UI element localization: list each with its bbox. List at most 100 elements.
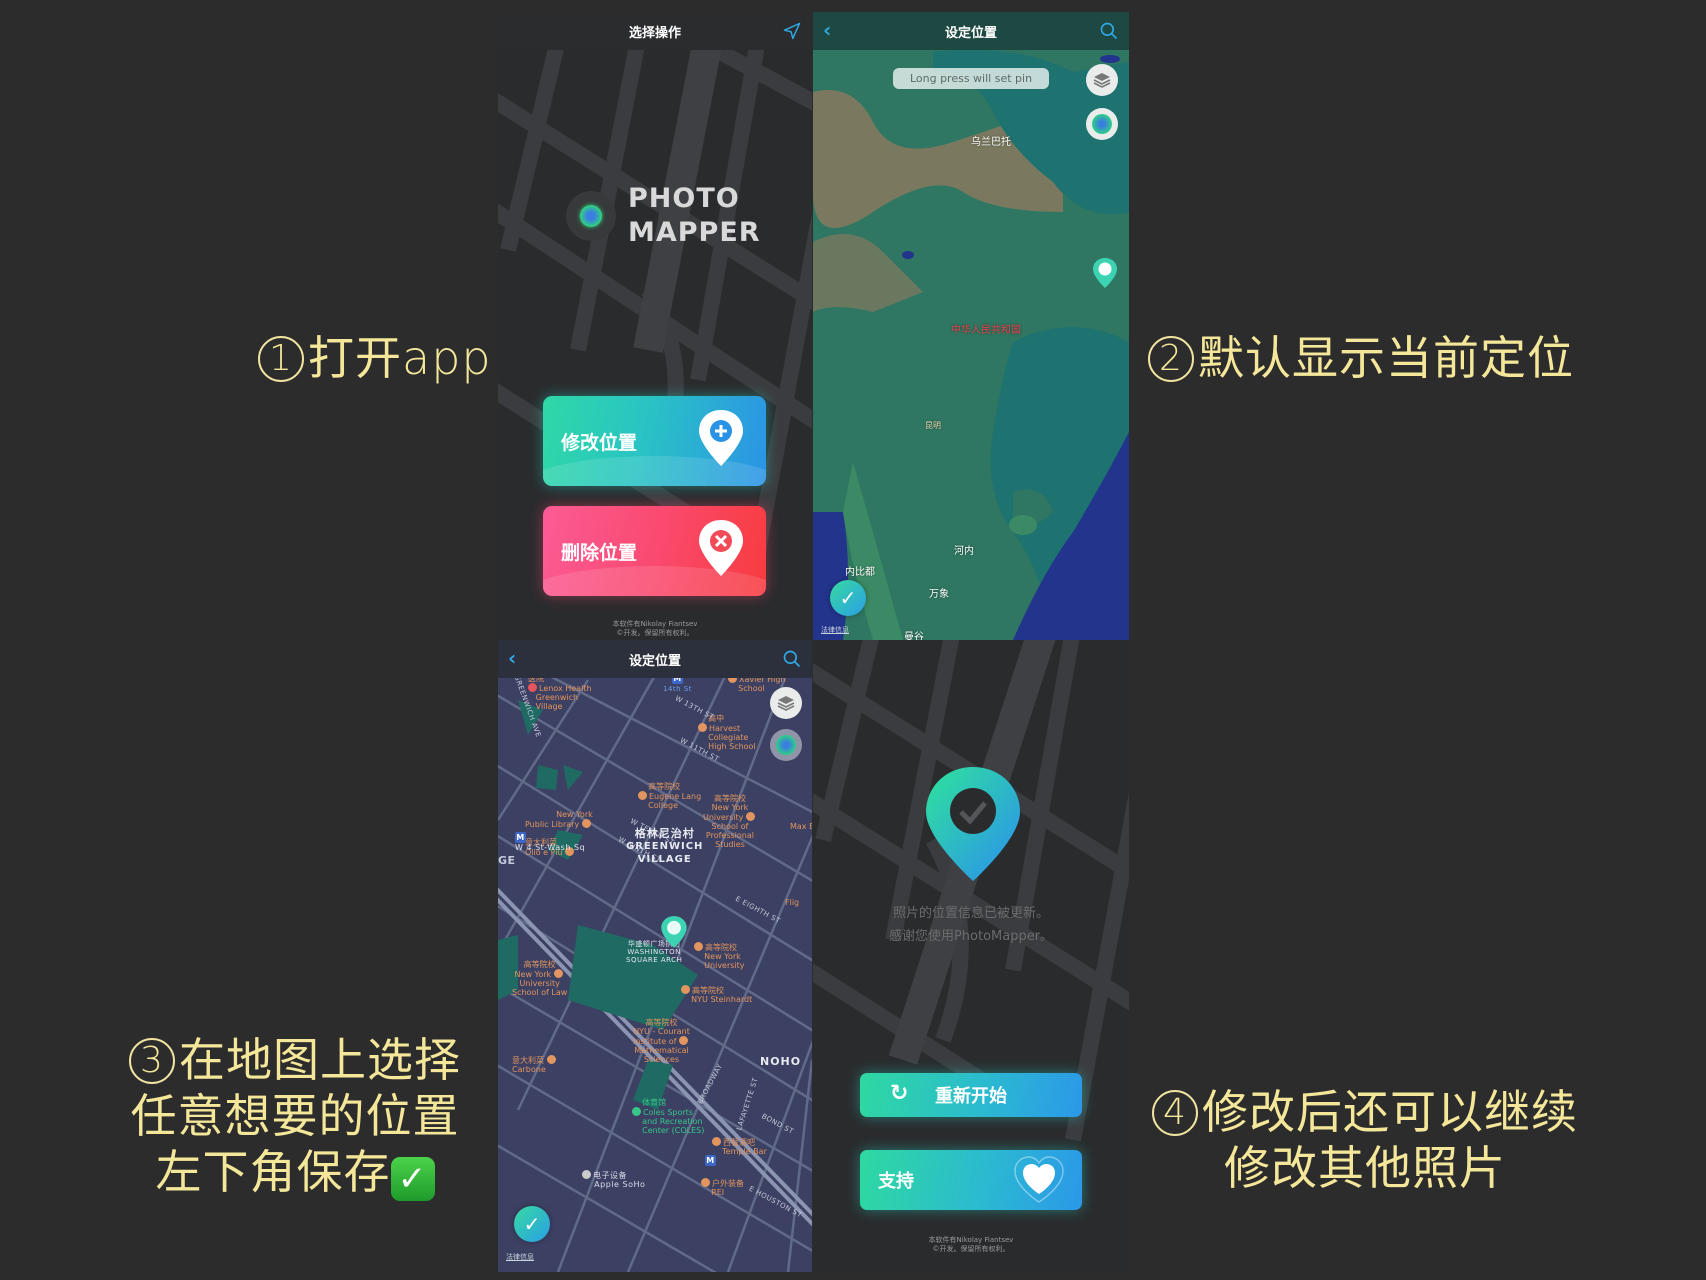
poi-eugene-lang[interactable]: 高等院校 Eugene Lang College — [638, 782, 701, 810]
poi-nyu[interactable]: 高等院校 New York University — [694, 942, 745, 970]
map-layers-button[interactable] — [770, 687, 802, 719]
poi-rei[interactable]: 户外装备 REI — [701, 1178, 744, 1197]
nav-title: 设定位置 — [628, 653, 681, 669]
copyright: 本软件有Nikolay Fiantsev ©开发。保留所有权利。 — [498, 620, 812, 638]
poi-flig[interactable]: Flig — [785, 898, 799, 907]
modify-location-button[interactable]: 修改位置 — [543, 396, 766, 486]
screen-choose-action: 选择操作 PHOTO MAPPER 修改位置 删除位置 本软件有Nikolay … — [498, 12, 812, 640]
support-label: 支持 — [878, 1171, 914, 1192]
delete-location-label: 删除位置 — [561, 541, 638, 564]
current-position-pin-icon[interactable] — [1092, 257, 1118, 289]
step2-number: 2 — [1148, 336, 1194, 382]
nav-bar: 选择操作 — [498, 12, 812, 50]
step4-number: 4 — [1152, 1090, 1198, 1136]
label-ge: GE — [498, 854, 516, 867]
refresh-icon: ↻ — [890, 1081, 909, 1106]
poi-harvest[interactable]: 高中 Harvest Collegiate High School — [698, 714, 756, 751]
step3-caption: 3 在地图上选择 任意想要的位置 左下角保存 ✓ — [110, 1032, 480, 1201]
save-location-button[interactable]: ✓ — [830, 580, 866, 616]
location-dot-icon — [776, 735, 796, 755]
station-w4-wash-sq[interactable]: MW 4 St-Wash Sq — [515, 832, 585, 852]
current-location-button[interactable] — [1086, 108, 1118, 140]
logo-line1: PHOTO — [628, 183, 740, 214]
success-pin-icon — [926, 767, 1020, 881]
save-location-button[interactable]: ✓ — [514, 1206, 550, 1242]
label-bangkok: 曼谷 — [904, 632, 924, 640]
step4-line2: 修改其他照片 — [1224, 1141, 1506, 1195]
copyright-line1: 本软件有Nikolay Fiantsev — [612, 620, 698, 628]
location-dot-icon — [1092, 114, 1112, 134]
poi-max-brenner[interactable]: Max Br — [790, 822, 812, 831]
nav-title: 选择操作 — [628, 25, 681, 41]
support-button[interactable]: 支持 — [860, 1150, 1082, 1210]
step1-number: 1 — [258, 336, 304, 382]
map-layers-button[interactable] — [1086, 64, 1118, 96]
location-dot-icon — [566, 191, 616, 241]
poi-coles[interactable]: 体育馆 Coles Sports and Recreation Center (C… — [632, 1098, 704, 1135]
delete-location-button[interactable]: 删除位置 — [543, 506, 766, 596]
label-kunming: 昆明 — [925, 421, 941, 430]
restart-label: 重新开始 — [935, 1086, 1007, 1107]
label-hanoi: 河内 — [954, 546, 974, 557]
step1-text: 打开app — [308, 331, 492, 385]
poi-apple-soho[interactable]: 电子设备 Apple SoHo — [582, 1170, 645, 1189]
selected-location-pin-icon[interactable] — [660, 915, 688, 949]
layers-icon — [1093, 73, 1111, 88]
screen-set-location-selected: ‹ 设定位置 医院 Lenox Health Greenwich Village … — [498, 640, 812, 1272]
step3-line1: 在地图上选择 — [179, 1033, 461, 1087]
copyright-line1: 本软件有Nikolay Fiantsev — [928, 1236, 1014, 1244]
poi-steinhardt[interactable]: 高等院校 NYU Steinhardt — [681, 985, 752, 1004]
copyright-line2: ©开发。保留所有权利。 — [616, 629, 694, 637]
search-icon[interactable] — [1099, 21, 1119, 41]
poi-courant[interactable]: 高等院校 NYU - Courant Institute of Mathematic… — [633, 1018, 690, 1064]
metro-station-icon[interactable]: M — [705, 1155, 716, 1166]
nav-bar: ‹ 设定位置 — [498, 640, 812, 678]
area-noho: NOHO — [760, 1055, 802, 1068]
logo-line2: MAPPER — [628, 217, 761, 248]
label-naypyidaw: 内比都 — [845, 567, 875, 578]
update-message-line2: 感谢您使用PhotoMapper。 — [888, 929, 1054, 944]
step3-line2: 任意想要的位置 — [130, 1089, 460, 1143]
search-icon[interactable] — [782, 649, 802, 669]
current-location-button[interactable] — [770, 729, 802, 761]
screen-set-location-default: ‹ 设定位置 Long press will set pin 乌兰巴托 中华人民… — [813, 12, 1129, 640]
legal-link[interactable]: 法律信息 — [506, 1252, 534, 1262]
label-vientiane: 万象 — [929, 589, 949, 600]
check-emoji-icon: ✓ — [390, 1157, 435, 1201]
step3-number: 3 — [129, 1038, 175, 1084]
heart-icon — [1014, 1156, 1064, 1203]
send-icon[interactable] — [782, 21, 802, 41]
nav-bar: ‹ 设定位置 — [813, 12, 1129, 50]
poi-temple-bar[interactable]: 西餐酒吧 Temple Bar — [712, 1137, 767, 1156]
label-china: 中华人民共和国 — [951, 325, 1021, 336]
modify-location-label: 修改位置 — [561, 431, 638, 454]
step3-line3: 左下角保存 — [155, 1145, 391, 1199]
back-icon[interactable]: ‹ — [823, 20, 831, 40]
poi-carbone[interactable]: 意大利菜 Carbone — [512, 1055, 558, 1074]
layers-icon — [777, 696, 795, 711]
step2-text: 默认显示当前定位 — [1198, 331, 1574, 385]
legal-link[interactable]: 法律信息 — [821, 625, 849, 635]
copyright-line2: ©开发。保留所有权利。 — [932, 1245, 1010, 1253]
pin-plus-icon — [699, 410, 743, 466]
poi-nyu-sps[interactable]: 高等院校 New York University School of Professi… — [703, 794, 757, 849]
pin-x-icon — [699, 520, 743, 576]
poi-nypl[interactable]: New York Public Library — [525, 810, 593, 829]
label-ulaanbaatar: 乌兰巴托 — [971, 137, 1011, 148]
step4-line1: 修改后还可以继续 — [1202, 1085, 1578, 1139]
nav-title: 设定位置 — [944, 25, 997, 41]
step2-caption: 2 默认显示当前定位 — [1148, 330, 1574, 386]
poi-nyu-law[interactable]: 高等院校 New York University School of Law — [512, 960, 567, 997]
checkmark-icon: ✓ — [839, 586, 857, 610]
checkmark-icon: ✓ — [523, 1212, 541, 1236]
app-logo: PHOTO MAPPER — [566, 182, 761, 250]
poi-lenox-health[interactable]: 医院 Lenox Health Greenwich Village — [528, 674, 592, 711]
copyright: 本软件有Nikolay Fiantsev ©开发。保留所有权利。 — [813, 1236, 1129, 1254]
back-icon[interactable]: ‹ — [508, 648, 516, 668]
update-message-line1: 照片的位置信息已被更新。 — [892, 906, 1049, 921]
update-message: 照片的位置信息已被更新。 感谢您使用PhotoMapper。 — [813, 902, 1129, 948]
screen-location-updated: 照片的位置信息已被更新。 感谢您使用PhotoMapper。 ↻ 重新开始 支持… — [813, 640, 1129, 1272]
area-greenwich-village: 格林尼治村 GREENWICH VILLAGE — [626, 827, 704, 865]
restart-button[interactable]: ↻ 重新开始 — [860, 1073, 1082, 1117]
step1-caption: 1 打开app — [258, 330, 492, 386]
